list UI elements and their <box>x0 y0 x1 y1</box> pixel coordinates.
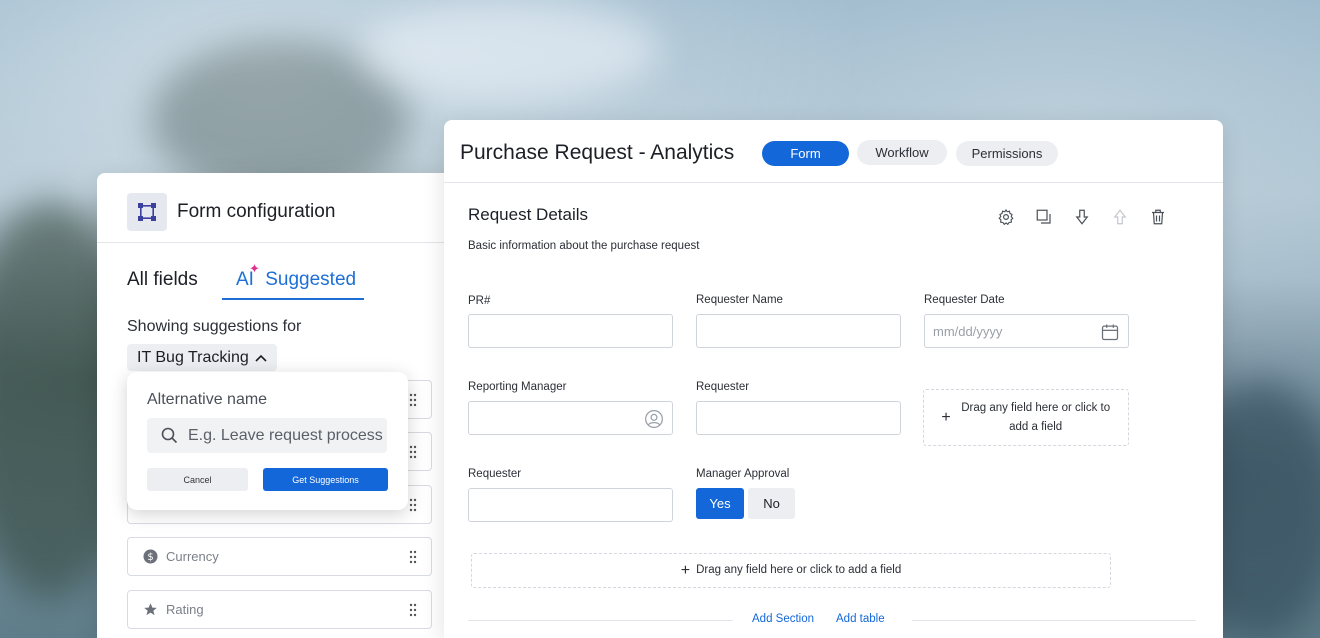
cancel-button[interactable]: Cancel <box>147 468 248 491</box>
requester-name-input[interactable] <box>696 314 901 348</box>
field-item-rating[interactable]: Rating <box>127 590 432 629</box>
template-dropdown-value: IT Bug Tracking <box>137 348 249 366</box>
section-description: Basic information about the purchase req… <box>468 240 700 252</box>
tab-form[interactable]: Form <box>762 141 849 166</box>
plus-icon: + <box>941 409 951 426</box>
field-label-reporting-manager: Reporting Manager <box>468 381 567 393</box>
yes-toggle[interactable]: Yes <box>696 488 744 519</box>
chevron-up-icon <box>255 354 267 362</box>
tab-ai-suggested[interactable]: AI ✦ Suggested <box>222 261 364 300</box>
add-field-dropzone-wide[interactable]: + Drag any field here or click to add a … <box>471 553 1111 588</box>
template-dropdown[interactable]: IT Bug Tracking <box>127 344 277 371</box>
duplicate-icon[interactable] <box>1035 208 1053 226</box>
alternative-name-popover: Alternative name E.g. Leave request proc… <box>127 372 408 510</box>
no-toggle[interactable]: No <box>748 488 795 519</box>
alternative-name-input[interactable]: E.g. Leave request process <box>147 418 387 453</box>
field-label-requester-name: Requester Name <box>696 294 783 306</box>
field-item-label: Currency <box>166 549 219 564</box>
plus-icon: + <box>680 562 691 579</box>
field-label-requester: Requester <box>696 381 750 393</box>
dropzone-text: Drag any field here or click to add a fi… <box>696 564 902 576</box>
panel-header: Form configuration <box>97 173 460 243</box>
requester-input[interactable] <box>696 401 901 435</box>
add-field-dropzone[interactable]: + Drag any field here or click to add a … <box>923 389 1129 446</box>
calendar-icon[interactable] <box>1100 322 1120 342</box>
tab-permissions[interactable]: Permissions <box>956 141 1058 166</box>
user-icon[interactable] <box>644 409 664 429</box>
field-item-label: Rating <box>166 602 204 617</box>
add-section-link[interactable]: Add Section <box>752 613 814 625</box>
dropzone-text: Drag any field here or click to add a fi… <box>961 401 1111 433</box>
search-placeholder: E.g. Leave request process <box>188 426 383 444</box>
search-icon <box>161 427 178 444</box>
form-config-icon <box>127 193 167 231</box>
field-label-pr: PR# <box>468 295 491 307</box>
showing-suggestions-label: Showing suggestions for <box>127 318 302 335</box>
popover-title: Alternative name <box>147 391 268 408</box>
field-tabs: All fields AI ✦ Suggested <box>127 261 447 301</box>
reporting-manager-input[interactable] <box>468 401 673 435</box>
move-up-icon[interactable] <box>1111 208 1129 226</box>
move-down-icon[interactable] <box>1073 208 1091 226</box>
get-suggestions-button[interactable]: Get Suggestions <box>263 468 388 491</box>
drag-grip-icon[interactable] <box>409 603 417 617</box>
dollar-icon: $ <box>142 549 158 565</box>
section-title: Request Details <box>468 205 589 224</box>
drag-grip-icon[interactable] <box>409 550 417 564</box>
field-item-currency[interactable]: $ Currency <box>127 537 432 576</box>
add-table-link[interactable]: Add table <box>836 613 885 625</box>
gear-icon[interactable] <box>997 208 1015 226</box>
page-title: Purchase Request - Analytics <box>460 141 735 164</box>
form-header: Purchase Request - Analytics Form Workfl… <box>444 120 1223 183</box>
tab-workflow[interactable]: Workflow <box>857 140 947 165</box>
field-label-requester-date: Requester Date <box>924 294 1005 306</box>
drag-grip-icon[interactable] <box>409 393 417 407</box>
panel-title: Form configuration <box>177 201 336 222</box>
drag-grip-icon[interactable] <box>409 498 417 512</box>
star-icon <box>142 602 158 618</box>
form-builder-panel: Purchase Request - Analytics Form Workfl… <box>444 120 1223 638</box>
background-blur <box>360 0 660 100</box>
trash-icon[interactable] <box>1149 208 1167 226</box>
divider <box>468 620 733 621</box>
requester-date-input[interactable]: mm/dd/yyyy <box>924 314 1129 348</box>
pr-input[interactable] <box>468 314 673 348</box>
suggested-label: Suggested <box>265 269 357 290</box>
tab-all-fields[interactable]: All fields <box>127 269 198 291</box>
svg-text:$: $ <box>147 552 153 563</box>
divider <box>912 620 1196 621</box>
drag-grip-icon[interactable] <box>409 445 417 459</box>
field-label-manager-approval: Manager Approval <box>696 468 790 480</box>
sparkle-icon: ✦ <box>249 261 260 276</box>
requester-input-2[interactable] <box>468 488 673 522</box>
date-placeholder: mm/dd/yyyy <box>933 324 1003 339</box>
field-label-requester: Requester <box>468 468 522 480</box>
